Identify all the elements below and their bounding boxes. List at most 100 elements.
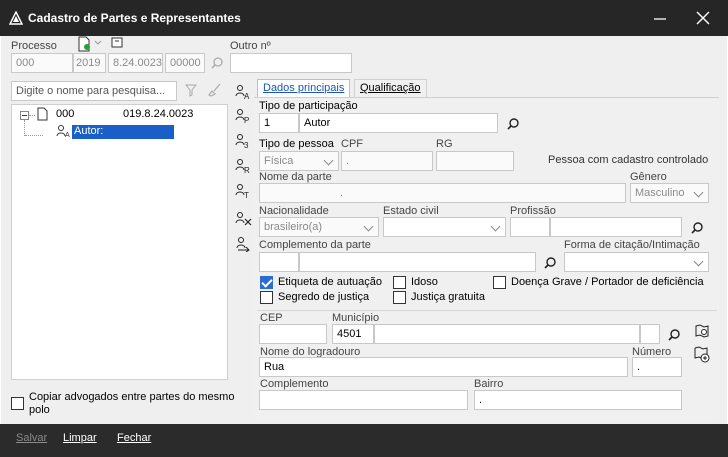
document-icon[interactable] (77, 36, 91, 52)
numero-field[interactable]: . (632, 357, 682, 377)
search-icon[interactable] (210, 56, 224, 70)
bairro-field[interactable]: . (474, 390, 682, 410)
processo-label: Processo (11, 40, 57, 52)
close-icon[interactable] (692, 8, 714, 28)
search-icon[interactable] (506, 117, 520, 131)
nome-parte-field[interactable]: . (259, 183, 626, 203)
fechar-button[interactable]: Fechar (117, 432, 151, 444)
search-input[interactable]: Digite o nome para pesquisa... (11, 81, 177, 101)
remove-person-button[interactable] (235, 211, 253, 227)
svg-text:P: P (244, 116, 249, 124)
processo-field-3[interactable]: 8.24.0023 (108, 53, 163, 73)
app-icon (9, 11, 23, 25)
municipio-code[interactable]: 4501 (332, 324, 374, 344)
note-icon[interactable] (111, 37, 123, 49)
logradouro-field[interactable]: Rua (259, 357, 628, 377)
person-p-icon: P (235, 109, 249, 125)
svg-text:R: R (244, 166, 250, 174)
bairro-label: Bairro (474, 378, 504, 390)
processo-field-1[interactable]: 000 (11, 53, 73, 73)
tipo-participacao-code[interactable]: 1 (259, 113, 299, 133)
svg-text:T: T (244, 191, 249, 199)
tree-root-process: 019.8.24.0023 (123, 108, 194, 120)
person-r-icon: R (235, 159, 250, 175)
justica-gratuita-checkbox[interactable] (393, 291, 406, 304)
parties-tree[interactable]: 000 019.8.24.0023 A Autor: (11, 104, 228, 380)
etiqueta-label: Etiqueta de autuação (278, 276, 382, 288)
doenca-label: Doença Grave / Portador de deficiência (511, 276, 704, 288)
etiqueta-checkbox[interactable] (260, 276, 273, 289)
tipo-participacao-label: Tipo de participação (259, 100, 358, 112)
cpf-field[interactable]: . (341, 151, 433, 171)
municipio-field[interactable] (374, 324, 640, 344)
svg-text:A: A (244, 92, 250, 100)
forma-citacao-label: Forma de citação/Intimação (564, 239, 700, 251)
person-icon: A (56, 125, 70, 138)
person-t-icon: T (235, 184, 249, 200)
forma-citacao-select[interactable] (564, 252, 709, 272)
outro-field[interactable] (230, 53, 352, 73)
search-icon[interactable] (690, 221, 704, 235)
map-search-icon[interactable] (694, 323, 710, 339)
search-icon[interactable] (543, 256, 557, 270)
footer-bar: Salvar Limpar Fechar (0, 424, 728, 457)
person-a-icon: A (235, 85, 250, 101)
svg-text:3: 3 (244, 141, 249, 149)
minimize-icon[interactable] (650, 8, 670, 28)
doenca-checkbox[interactable] (493, 276, 506, 289)
add-autor-button[interactable]: A (235, 84, 253, 101)
tree-item-autor[interactable]: Autor: (72, 125, 174, 139)
municipio-label: Município (332, 312, 380, 324)
person-3-icon: 3 (235, 134, 249, 150)
rg-field[interactable] (436, 151, 514, 171)
profissao-field[interactable] (550, 217, 682, 237)
processo-field-4[interactable]: 00000 (165, 53, 205, 73)
limpar-button[interactable]: Limpar (63, 432, 97, 444)
person-swap-icon (236, 237, 250, 253)
complemento-parte-code[interactable] (259, 252, 299, 272)
filter-icon[interactable] (185, 84, 197, 97)
divider (257, 310, 717, 311)
tree-collapse-icon[interactable] (20, 111, 29, 120)
process-document-icon (37, 107, 48, 121)
rg-label: RG (436, 138, 453, 150)
add-testemunha-button[interactable]: T (235, 183, 253, 200)
complemento-parte-label: Complemento da parte (259, 239, 371, 251)
add-representante-button[interactable]: R (235, 158, 253, 175)
complemento-label: Complemento (260, 378, 329, 390)
genero-select[interactable]: Masculino (630, 183, 709, 203)
tipo-participacao-field[interactable]: Autor (299, 113, 498, 133)
nacionalidade-select[interactable]: brasileiro(a) (259, 217, 379, 237)
processo-field-2[interactable]: 2019 (73, 53, 106, 73)
segredo-label: Segredo de justiça (278, 291, 370, 303)
person-remove-icon (235, 212, 252, 226)
tab-dados-principais[interactable]: Dados principais (257, 79, 351, 97)
cep-field[interactable] (259, 324, 327, 344)
genero-label: Gênero (630, 171, 667, 183)
segredo-checkbox[interactable] (260, 291, 273, 304)
outro-label: Outro nº (230, 40, 271, 52)
salvar-button[interactable]: Salvar (16, 432, 47, 444)
complemento-field[interactable] (259, 390, 468, 410)
idoso-label: Idoso (411, 276, 438, 288)
tipo-pessoa-select[interactable]: Física (259, 151, 339, 171)
complemento-parte-field[interactable] (299, 252, 536, 272)
municipio-uf-field[interactable] (640, 324, 660, 344)
search-icon[interactable] (667, 328, 681, 342)
swap-person-button[interactable] (235, 236, 253, 253)
add-terceiro-button[interactable]: 3 (235, 133, 253, 150)
profissao-code[interactable] (510, 217, 550, 237)
cadastro-controlado-label: Pessoa com cadastro controlado (548, 154, 709, 166)
add-reu-button[interactable]: P (235, 108, 253, 125)
idoso-checkbox[interactable] (393, 276, 406, 289)
chevron-down-icon[interactable] (94, 39, 102, 47)
map-add-icon[interactable] (693, 345, 711, 363)
copiar-checkbox[interactable] (11, 397, 24, 410)
cep-label: CEP (260, 312, 283, 324)
dialog-content: Processo Outro nº 000 2019 8.24.0023 000… (1, 36, 727, 424)
brush-icon[interactable] (208, 83, 222, 97)
profissao-label: Profissão (510, 205, 556, 217)
estado-civil-select[interactable] (383, 217, 506, 237)
nome-parte-label: Nome da parte (259, 171, 332, 183)
tab-qualificacao[interactable]: Qualificação (354, 79, 427, 97)
